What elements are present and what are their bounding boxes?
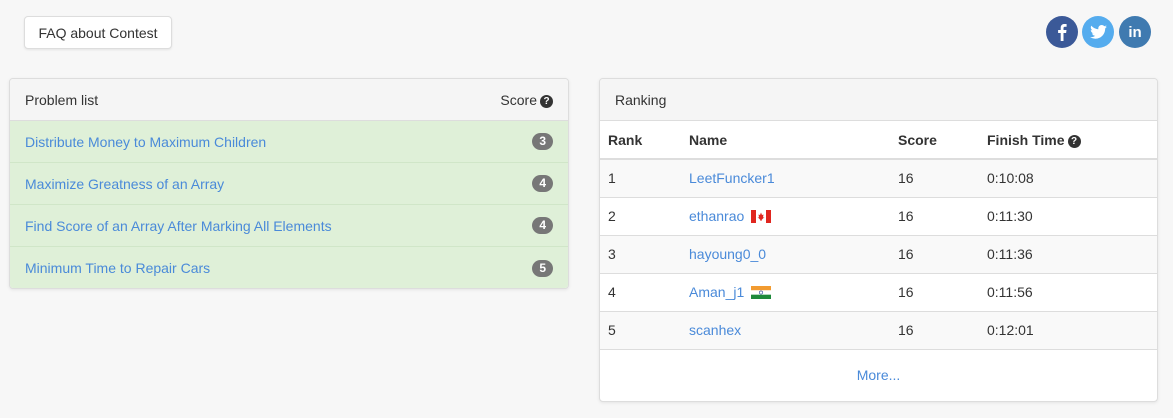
name-cell: hayoung0_0 <box>681 235 890 273</box>
ranking-table: Rank Name Score Finish Time? 1 LeetFunck… <box>600 121 1157 350</box>
table-row: 1 LeetFuncker1 16 0:10:08 <box>600 159 1157 197</box>
problem-list-panel: Problem list Score? Distribute Money to … <box>9 78 569 289</box>
linkedin-icon[interactable]: in <box>1119 16 1151 48</box>
ranking-header: Ranking <box>600 79 1157 121</box>
table-row: 4 Aman_j1 16 0:11:56 <box>600 273 1157 311</box>
finish-time-cell: 0:11:30 <box>987 208 1033 224</box>
problem-score-badge: 5 <box>532 259 553 277</box>
score-column-header: Score <box>898 131 937 148</box>
table-row: 3 hayoung0_0 16 0:11:36 <box>600 235 1157 273</box>
rank-cell: 3 <box>608 246 616 262</box>
table-row: 5 scanhex 16 0:12:01 <box>600 311 1157 349</box>
name-cell: ethanrao <box>681 197 890 235</box>
problem-row[interactable]: Distribute Money to Maximum Children 3 <box>10 121 568 163</box>
facebook-icon[interactable] <box>1046 16 1078 48</box>
table-row: 2 ethanrao 16 0:11:30 <box>600 197 1157 235</box>
help-icon[interactable]: ? <box>1067 134 1081 148</box>
score-cell: 16 <box>898 284 914 300</box>
canada-flag-icon <box>751 210 772 223</box>
twitter-icon[interactable] <box>1082 16 1114 48</box>
score-cell: 16 <box>898 322 914 338</box>
india-flag-icon <box>751 286 772 299</box>
rank-cell: 1 <box>608 170 616 187</box>
faq-button[interactable]: FAQ about Contest <box>24 16 172 49</box>
problem-link[interactable]: Maximize Greatness of an Array <box>25 176 224 192</box>
problem-score-badge: 3 <box>532 133 553 150</box>
problem-score-badge: 4 <box>532 175 553 192</box>
rank-cell: 4 <box>608 284 616 300</box>
more-link[interactable]: More... <box>600 350 1157 401</box>
score-header: Score? <box>500 92 553 108</box>
score-cell: 16 <box>898 170 914 187</box>
user-link[interactable]: ethanrao <box>689 208 744 224</box>
problem-row[interactable]: Find Score of an Array After Marking All… <box>10 205 568 247</box>
name-cell: LeetFuncker1 <box>681 159 890 197</box>
problem-list-header: Problem list Score? <box>10 79 568 121</box>
score-cell: 16 <box>898 208 914 224</box>
rank-cell: 2 <box>608 208 616 224</box>
rank-cell: 5 <box>608 322 616 338</box>
ranking-title: Ranking <box>615 91 667 108</box>
rank-column-header: Rank <box>608 131 643 148</box>
finish-time-cell: 0:11:56 <box>987 284 1033 300</box>
ranking-panel: Ranking Rank Name Score Finish Time? 1 L… <box>599 78 1158 402</box>
user-link[interactable]: hayoung0_0 <box>689 246 766 262</box>
name-cell: Aman_j1 <box>681 273 890 311</box>
finish-time-cell: 0:10:08 <box>987 170 1034 187</box>
finish-time-cell: 0:12:01 <box>987 322 1034 338</box>
problem-row[interactable]: Maximize Greatness of an Array 4 <box>10 163 568 205</box>
finish-time-column-header: Finish Time? <box>979 121 1157 159</box>
user-link[interactable]: LeetFuncker1 <box>689 170 775 186</box>
problem-link[interactable]: Minimum Time to Repair Cars <box>25 260 210 276</box>
problem-link[interactable]: Distribute Money to Maximum Children <box>25 134 266 150</box>
problem-score-badge: 4 <box>532 217 553 234</box>
user-link[interactable]: scanhex <box>689 322 741 338</box>
user-link[interactable]: Aman_j1 <box>689 284 744 300</box>
problem-link[interactable]: Find Score of an Array After Marking All… <box>25 218 332 234</box>
score-cell: 16 <box>898 246 914 262</box>
problem-list-title: Problem list <box>25 91 99 108</box>
name-cell: scanhex <box>681 311 890 349</box>
finish-time-cell: 0:11:36 <box>987 246 1033 262</box>
ranking-header-row: Rank Name Score Finish Time? <box>600 121 1157 159</box>
name-column-header: Name <box>689 131 728 148</box>
problem-list: Distribute Money to Maximum Children 3 M… <box>10 121 568 288</box>
help-icon[interactable]: ? <box>540 94 553 108</box>
problem-row[interactable]: Minimum Time to Repair Cars 5 <box>10 247 568 288</box>
